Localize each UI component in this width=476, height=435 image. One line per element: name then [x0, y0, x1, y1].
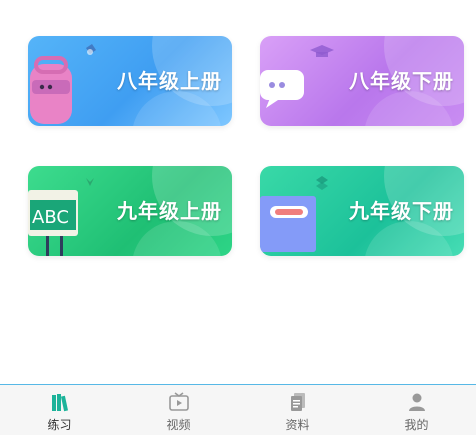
- tab-label: 视频: [166, 418, 191, 432]
- tab-me[interactable]: 我的: [357, 385, 476, 435]
- bottom-tab-bar: 练习 视频 资料 我的: [0, 384, 476, 435]
- tab-label: 资料: [285, 418, 310, 432]
- grade8-volume1-card[interactable]: 八年级上册: [28, 36, 232, 126]
- board-text: ABC: [32, 207, 69, 228]
- chalkboard-icon: ABC: [28, 178, 94, 256]
- tab-video[interactable]: 视频: [119, 385, 238, 435]
- card-label: 八年级上册: [117, 69, 222, 93]
- books-icon: [51, 394, 68, 412]
- card-label: 八年级下册: [349, 69, 454, 93]
- card-label: 九年级上册: [117, 199, 222, 223]
- backpack-icon: [30, 44, 96, 124]
- grade9-volume2-card[interactable]: 九年级下册: [260, 166, 464, 256]
- chat-bubble-icon: [260, 45, 334, 108]
- tv-play-icon: [168, 392, 189, 411]
- documents-icon: [290, 393, 305, 411]
- book-icon: [260, 176, 328, 252]
- grade8-volume2-card[interactable]: 八年级下册: [260, 36, 464, 126]
- card-label: 九年级下册: [349, 199, 454, 223]
- person-icon: [408, 393, 425, 411]
- tab-label: 练习: [47, 418, 72, 432]
- tab-practice[interactable]: 练习: [0, 385, 119, 435]
- grade9-volume1-card[interactable]: ABC 九年级上册: [28, 166, 232, 256]
- tab-label: 我的: [404, 418, 429, 432]
- textbook-grid: 八年级上册 八年级下册 ABC 九年级上册 九年级下册: [0, 0, 476, 384]
- tab-materials[interactable]: 资料: [238, 385, 357, 435]
